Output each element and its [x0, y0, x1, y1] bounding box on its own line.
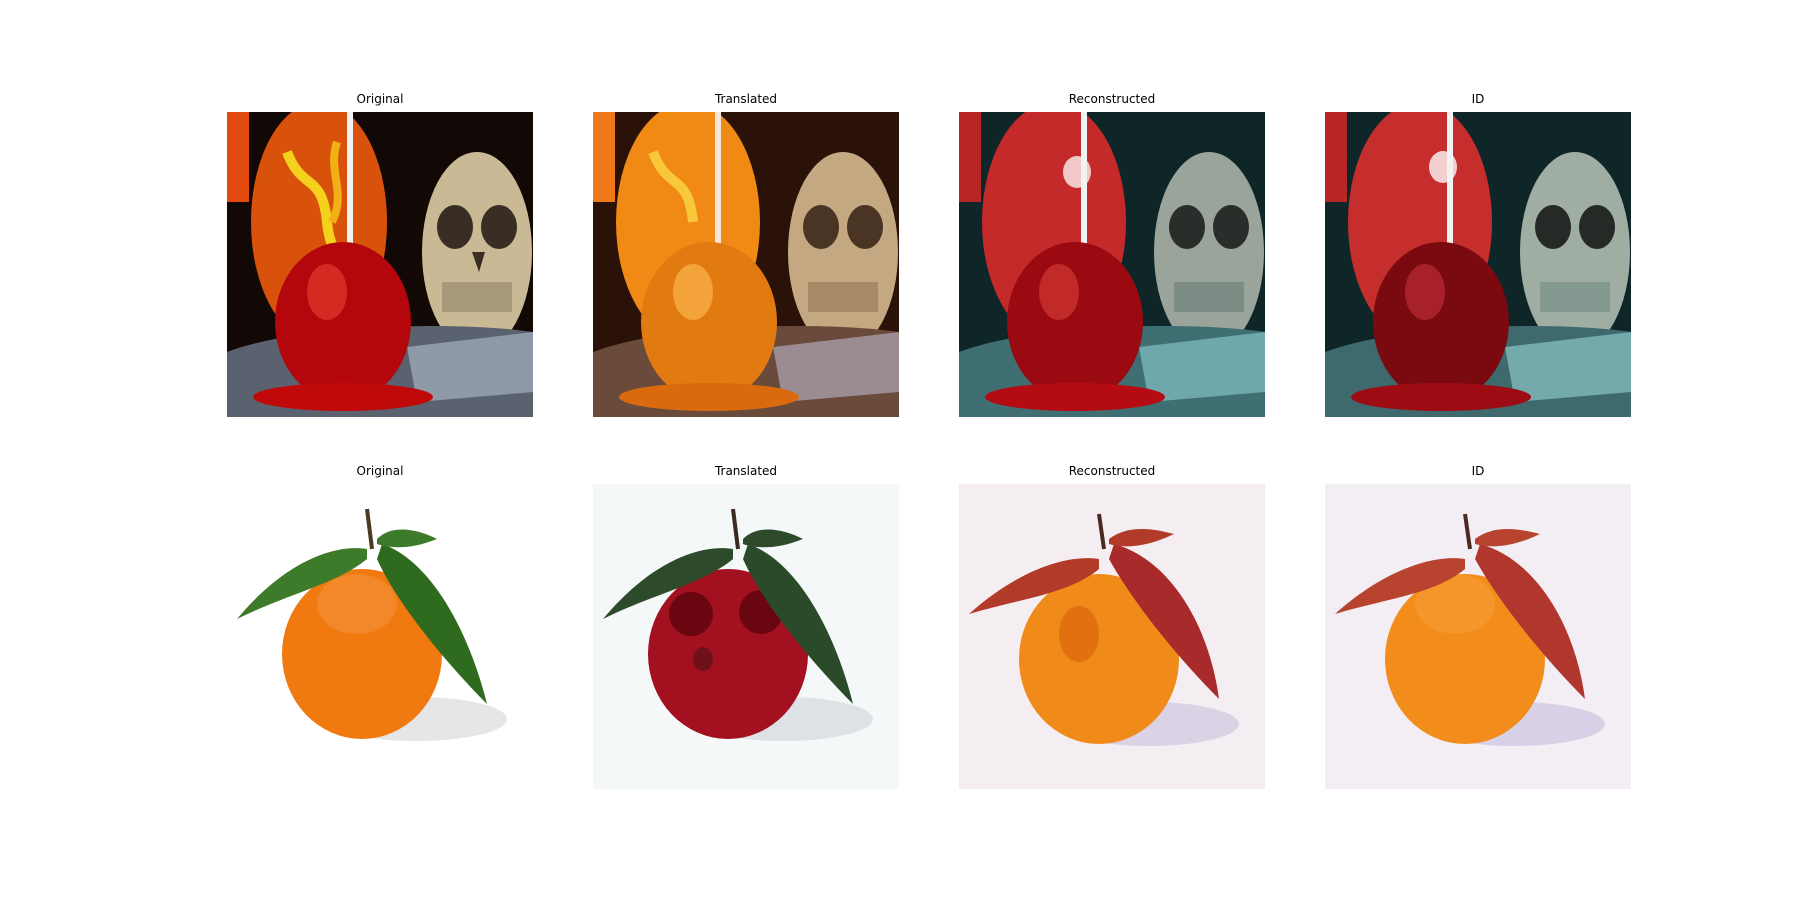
panel-title: Original: [356, 464, 404, 478]
panel-title: Translated: [714, 464, 778, 478]
orange-id-image: [1325, 484, 1631, 789]
panel-title: Original: [356, 92, 404, 106]
panel-title: Reconstructed: [1068, 92, 1156, 106]
candy-apple-original-image: [227, 112, 533, 417]
panel-title: ID: [1471, 464, 1485, 478]
orange-reconstructed-image: [959, 484, 1265, 789]
orange-original-image: [227, 484, 533, 789]
panel-title: Translated: [714, 92, 778, 106]
panel-title: Reconstructed: [1068, 464, 1156, 478]
candy-apple-id-image: [1325, 112, 1631, 417]
candy-apple-reconstructed-image: [959, 112, 1265, 417]
panel-title: ID: [1471, 92, 1485, 106]
candy-apple-translated-image: [593, 112, 899, 417]
orange-translated-image: [593, 484, 899, 789]
